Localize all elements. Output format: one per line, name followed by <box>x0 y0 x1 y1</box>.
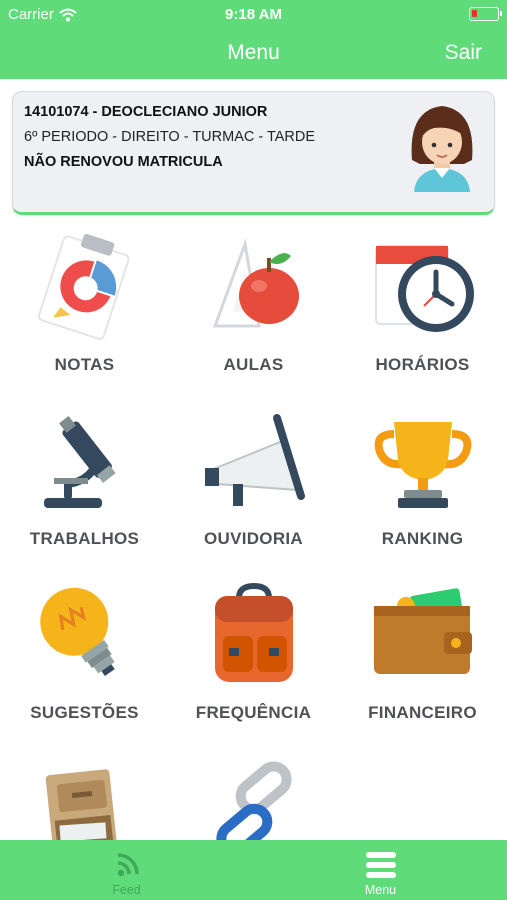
menu-item-horarios[interactable]: HORÁRIOS <box>338 220 507 394</box>
tab-bar: Feed Menu <box>0 840 507 900</box>
file-cabinet-icon <box>45 769 119 840</box>
menu-item-frequencia[interactable]: FREQUÊNCIA <box>169 568 338 742</box>
menu-item-financeiro[interactable]: FINANCEIRO <box>338 568 507 742</box>
menu-item-label: OUVIDORIA <box>203 529 304 548</box>
wallet-icon <box>374 588 472 674</box>
rss-feed-icon <box>117 853 139 877</box>
avatar <box>411 106 473 192</box>
menu-item-label: TRABALHOS <box>29 529 140 548</box>
menu-item-links[interactable] <box>169 742 338 840</box>
tab-menu[interactable]: Menu <box>254 840 507 900</box>
clipboard-grades-icon <box>37 234 130 340</box>
megaphone-icon <box>205 414 305 506</box>
apple-ruler-icon <box>212 238 299 328</box>
menu-item-label: FINANCEIRO <box>368 703 477 722</box>
menu-item-arquivo[interactable] <box>0 742 169 840</box>
menu-item-ranking[interactable]: RANKING <box>338 394 507 568</box>
status-bar: Carrier 9:18 AM <box>0 0 507 30</box>
menu-item-ouvidoria[interactable]: OUVIDORIA <box>169 394 338 568</box>
chain-link-icon <box>216 761 292 840</box>
student-course-info: 6º PERIODO - DIREITO - TURMAC - TARDE <box>24 129 316 145</box>
menu-item-aulas[interactable]: AULAS <box>169 220 338 394</box>
hamburger-menu-icon <box>366 852 396 878</box>
logout-button[interactable]: Sair <box>445 41 482 65</box>
lightbulb-icon <box>40 587 115 677</box>
backpack-icon <box>215 582 293 682</box>
tab-menu-label: Menu <box>364 883 397 897</box>
menu-grid: NOTAS AULAS HORÁRIOS TRABALHOS OUVIDORIA… <box>0 220 507 840</box>
menu-item-label: AULAS <box>223 355 284 374</box>
menu-item-label: FREQUÊNCIA <box>195 703 312 722</box>
calendar-clock-icon <box>375 245 474 332</box>
student-id-name: 14101074 - DEOCLECIANO JUNIOR <box>24 104 268 120</box>
menu-item-label: SUGESTÕES <box>30 703 139 722</box>
menu-item-label: HORÁRIOS <box>375 355 470 374</box>
page-title: Menu <box>227 41 280 64</box>
menu-item-label: NOTAS <box>54 355 115 374</box>
menu-item-label: RANKING <box>381 529 464 548</box>
status-time: 9:18 AM <box>225 6 282 23</box>
menu-item-sugestoes[interactable]: SUGESTÕES <box>0 568 169 742</box>
menu-item-notas[interactable]: NOTAS <box>0 220 169 394</box>
student-profile-card[interactable]: 14101074 - DEOCLECIANO JUNIOR 6º PERIODO… <box>12 91 495 215</box>
tab-feed[interactable]: Feed <box>0 840 253 900</box>
menu-item-trabalhos[interactable]: TRABALHOS <box>0 394 169 568</box>
tab-feed-label: Feed <box>112 883 141 897</box>
microscope-icon <box>44 416 116 508</box>
enrollment-status: NÃO RENOVOU MATRICULA <box>24 154 223 170</box>
battery-icon <box>469 7 502 21</box>
navigation-bar: Menu Sair <box>0 30 507 79</box>
trophy-icon <box>374 422 472 508</box>
